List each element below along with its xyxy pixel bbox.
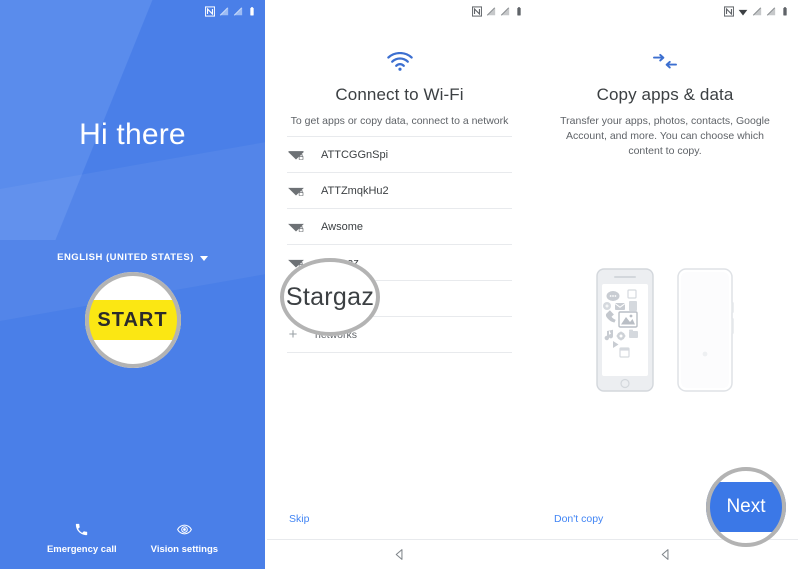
magnifier-lens: Stargaz (280, 258, 380, 336)
wifi-locked-icon (288, 223, 304, 232)
eye-icon (176, 524, 192, 535)
signal-off-icon (500, 6, 510, 16)
list-item[interactable]: Awsome (287, 209, 512, 245)
emergency-call-label: Emergency call (46, 544, 117, 555)
copy-data-header: Copy apps & data Transfer your apps, pho… (532, 52, 798, 160)
signal-off-icon (752, 6, 762, 16)
start-button[interactable]: START (84, 300, 181, 340)
battery-icon (517, 6, 521, 15)
signal-off-icon (486, 6, 496, 16)
navigation-bar (267, 539, 532, 569)
wifi-ssid: ATTZmqkHu2 (321, 184, 389, 197)
setup-wizard-screenshot: Hi there ENGLISH (UNITED STATES) START E… (0, 0, 800, 569)
target-phone-illustration (677, 268, 734, 392)
list-item[interactable]: ATTCGGnSpi (287, 137, 512, 173)
wifi-locked-icon (288, 187, 304, 196)
next-button-magnifier: Next (706, 467, 786, 547)
back-icon[interactable] (659, 548, 672, 561)
wifi-icon (386, 52, 413, 71)
magnifier-lens: START (84, 272, 181, 368)
page-title: Copy apps & data (596, 85, 734, 104)
status-bar (267, 0, 532, 22)
copy-data-screen-panel: Copy apps & data Transfer your apps, pho… (532, 0, 798, 569)
status-bar (532, 0, 798, 22)
signal-off-icon (219, 6, 229, 16)
wifi-header: Connect to Wi-Fi To get apps or copy dat… (267, 52, 532, 129)
magnified-ssid: Stargaz (285, 282, 375, 311)
nfc-icon (724, 5, 734, 17)
page-subtitle: To get apps or copy data, connect to a n… (290, 115, 509, 127)
nfc-icon (472, 5, 482, 17)
back-icon[interactable] (393, 548, 406, 561)
signal-off-icon (233, 6, 243, 16)
wifi-screen-panel: Connect to Wi-Fi To get apps or copy dat… (267, 0, 532, 569)
chevron-down-icon (199, 255, 208, 261)
battery-icon (250, 6, 254, 15)
wifi-locked-icon (288, 150, 304, 160)
welcome-screen-panel: Hi there ENGLISH (UNITED STATES) START E… (0, 0, 265, 569)
signal-off-icon (766, 6, 776, 16)
skip-link[interactable]: Skip (289, 513, 309, 525)
page-subtitle: Transfer your apps, photos, contacts, Go… (560, 115, 770, 158)
magnifier-lens: Next (706, 467, 786, 547)
status-bar (0, 0, 265, 22)
page-title: Connect to Wi-Fi (335, 85, 464, 104)
wifi-icon (738, 9, 748, 15)
nfc-icon (205, 5, 215, 17)
wifi-ssid: Awsome (321, 220, 363, 233)
greeting-title: Hi there (79, 118, 186, 151)
device-transfer-illustration (532, 268, 798, 392)
emergency-call-button[interactable]: Emergency call (47, 522, 117, 555)
vision-settings-button[interactable]: Vision settings (151, 522, 218, 555)
battery-icon (783, 6, 787, 15)
start-button-magnifier: START (84, 272, 181, 368)
vision-settings-label: Vision settings (150, 544, 219, 555)
dont-copy-link[interactable]: Don't copy (554, 513, 603, 525)
next-button[interactable]: Next (706, 482, 786, 532)
welcome-bottom-actions: Emergency call Vision settings (0, 522, 265, 555)
transfer-arrows-icon (653, 53, 677, 69)
language-selector[interactable]: ENGLISH (UNITED STATES) (0, 252, 265, 263)
language-label: ENGLISH (UNITED STATES) (57, 252, 194, 263)
list-item[interactable]: ATTZmqkHu2 (287, 173, 512, 209)
wifi-ssid: ATTCGGnSpi (321, 148, 389, 161)
source-phone-illustration (596, 268, 654, 392)
phone-icon (76, 523, 88, 536)
wifi-magnifier: Stargaz (280, 258, 380, 336)
